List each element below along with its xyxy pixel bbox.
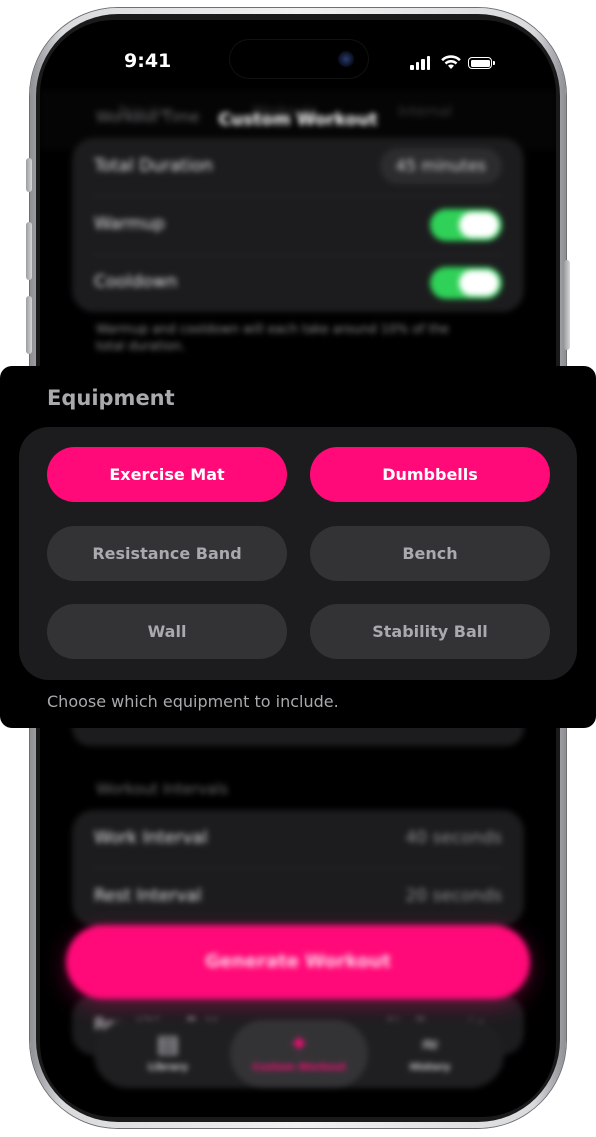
warmup-row: Warmup — [94, 196, 502, 255]
chip-wall[interactable]: Wall — [47, 604, 287, 659]
status-time: 9:41 — [124, 50, 172, 72]
rest-interval-label: Rest Interval — [94, 886, 202, 906]
total-duration-value[interactable]: 45 minutes — [379, 148, 502, 184]
chip-bench[interactable]: Bench — [310, 526, 550, 581]
battery-icon — [468, 57, 495, 69]
cooldown-label: Cooldown — [94, 272, 178, 292]
action-button — [26, 158, 32, 192]
volume-down-button — [26, 296, 32, 354]
total-duration-row[interactable]: Total Duration 45 minutes — [94, 138, 502, 197]
rest-interval-row[interactable]: Rest Interval 20 seconds — [94, 868, 502, 926]
work-interval-label: Work Interval — [94, 828, 208, 848]
cooldown-row: Cooldown — [94, 254, 502, 312]
power-button — [564, 260, 570, 350]
tab-library-label: Library — [147, 1062, 189, 1073]
warmup-label: Warmup — [94, 214, 165, 234]
front-camera-icon — [338, 51, 354, 67]
section-label-workout-intervals: Workout Intervals — [96, 780, 229, 798]
chart-icon: ≈ — [419, 1030, 441, 1058]
volume-up-button — [26, 222, 32, 280]
chip-stability-ball[interactable]: Stability Ball — [310, 604, 550, 659]
rest-interval-value[interactable]: 20 seconds — [405, 886, 502, 906]
tab-history[interactable]: ≈ History — [370, 1020, 490, 1088]
tab-custom-workout[interactable]: ✦ Custom Workout — [230, 1020, 368, 1088]
tab-custom-workout-label: Custom Workout — [252, 1062, 346, 1073]
equipment-footnote: Choose which equipment to include. — [47, 692, 339, 711]
status-icons — [410, 54, 496, 74]
runner-icon: ✦ — [288, 1030, 310, 1058]
tab-bar: ▤ Library ✦ Custom Workout ≈ History — [94, 1020, 504, 1088]
total-duration-label: Total Duration — [94, 156, 213, 176]
workout-intervals-card: Work Interval 40 seconds Rest Interval 2… — [72, 810, 524, 926]
generate-workout-button[interactable]: Generate Workout — [66, 925, 530, 999]
warmup-toggle[interactable] — [430, 209, 502, 241]
workout-time-footnote: Warmup and cooldown will each take aroun… — [96, 321, 449, 353]
chip-dumbbells[interactable]: Dumbbells — [310, 447, 550, 502]
workout-time-card: Total Duration 45 minutes Warmup Cooldow… — [72, 138, 524, 312]
equipment-title: Equipment — [47, 386, 175, 410]
dynamic-island — [230, 40, 368, 78]
equipment-card: Exercise Mat Dumbbells Resistance Band B… — [19, 427, 577, 680]
equipment-overlay: Equipment Exercise Mat Dumbbells Resista… — [0, 366, 596, 728]
work-interval-row[interactable]: Work Interval 40 seconds — [94, 810, 502, 869]
wifi-icon — [441, 55, 461, 69]
cooldown-toggle[interactable] — [430, 267, 502, 299]
stage: Popular Workouts Internal Workout Time C… — [0, 0, 596, 1137]
tab-history-label: History — [409, 1062, 451, 1073]
work-interval-value[interactable]: 40 seconds — [405, 828, 502, 848]
tab-library[interactable]: ▤ Library — [108, 1020, 228, 1088]
page-title: Custom Workout — [218, 110, 378, 130]
cellular-signal-icon — [410, 54, 434, 74]
chip-resistance-band[interactable]: Resistance Band — [47, 526, 287, 581]
chip-exercise-mat[interactable]: Exercise Mat — [47, 447, 287, 502]
library-icon: ▤ — [156, 1030, 180, 1058]
